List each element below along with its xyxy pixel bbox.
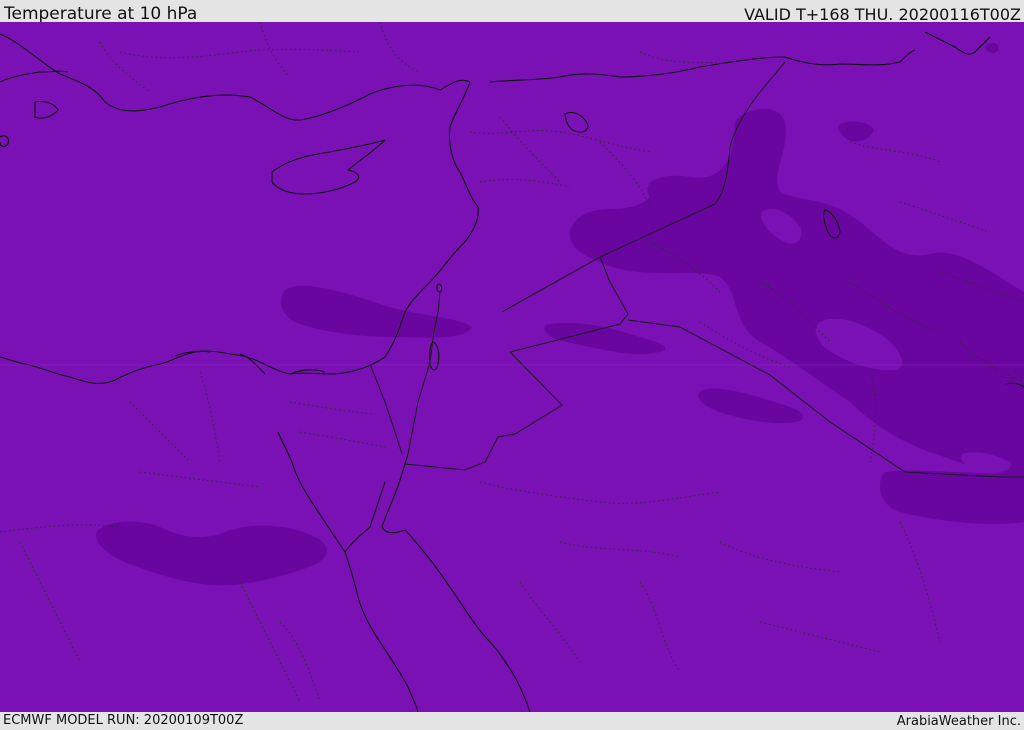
footer-bar: ECMWF MODEL RUN: 20200109T00Z ArabiaWeat…	[0, 712, 1024, 729]
credit-label: ArabiaWeather Inc.	[896, 714, 1021, 729]
header-bar: Temperature at 10 hPa VALID T+168 THU. 2…	[0, 0, 1024, 24]
map-title: Temperature at 10 hPa	[4, 4, 198, 24]
map-canvas	[0, 22, 1024, 712]
weather-map	[0, 22, 1024, 712]
model-run-label: ECMWF MODEL RUN: 20200109T00Z	[3, 713, 244, 728]
